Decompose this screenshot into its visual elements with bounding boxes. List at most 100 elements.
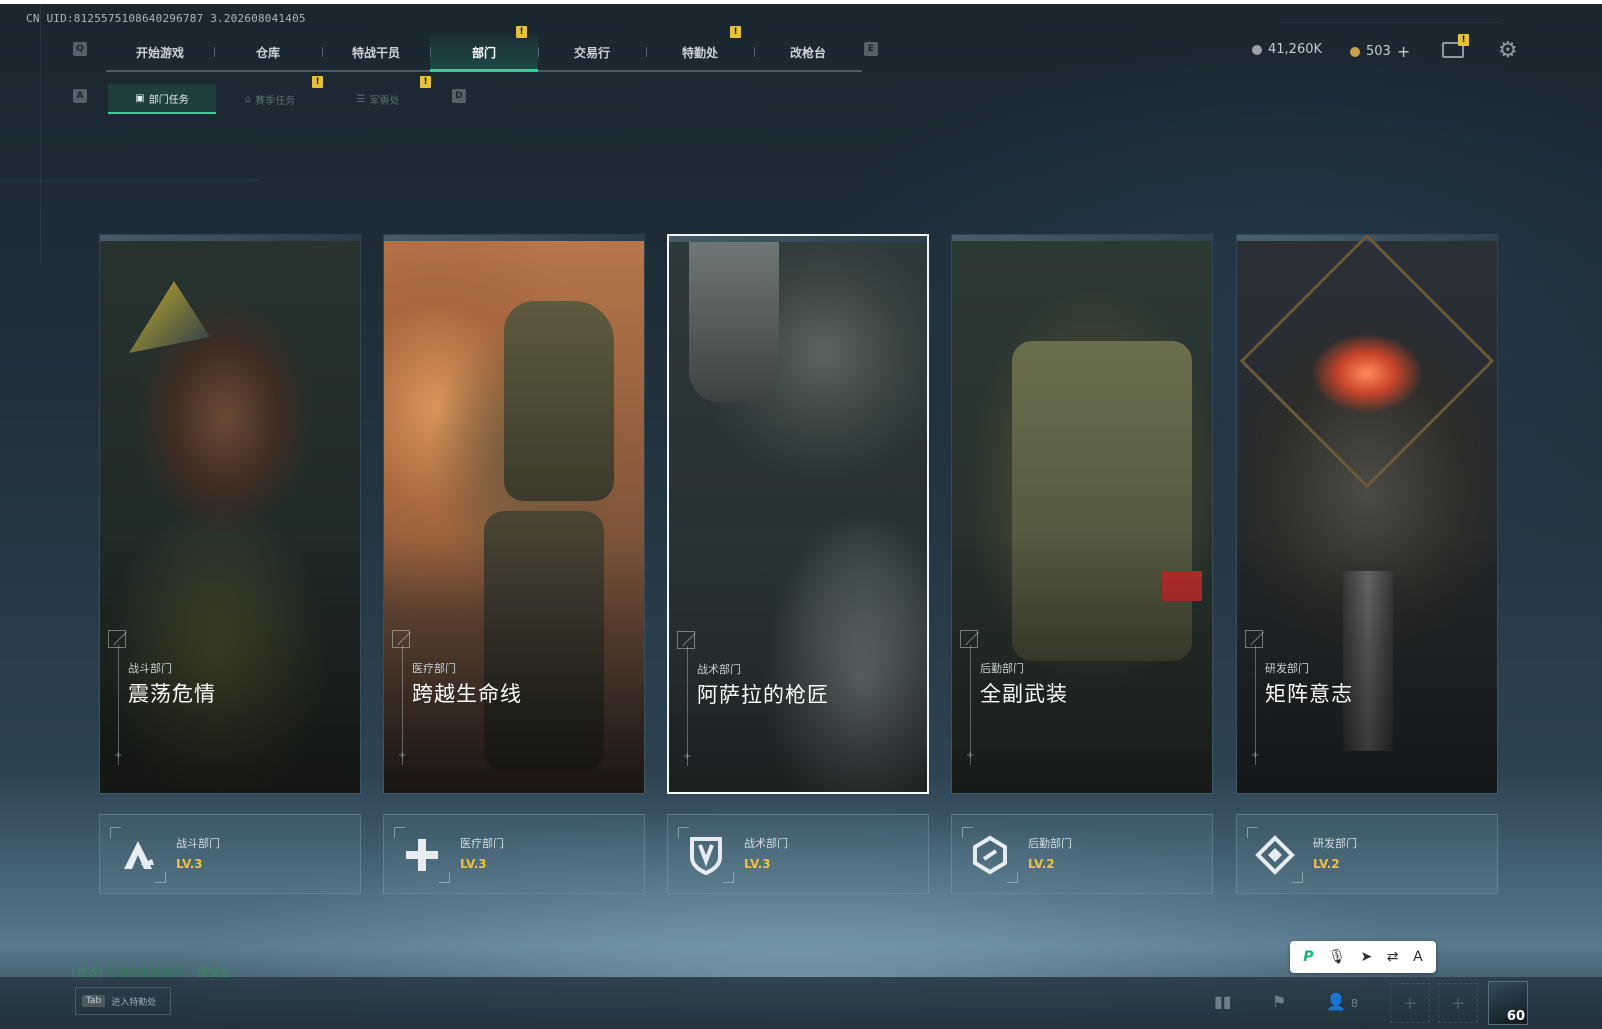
card-category: 战术部门 — [697, 663, 741, 676]
settings-gear-icon[interactable]: ⚙ — [1498, 38, 1518, 63]
medical-cross-icon — [394, 827, 450, 883]
card-corner-mark — [392, 630, 410, 648]
card-plus-mark: + — [398, 750, 407, 761]
dept-level: LV.3 — [460, 857, 487, 871]
token-balance: 503 + — [1350, 42, 1410, 61]
backpack-shape — [504, 301, 614, 501]
add-token-button[interactable]: + — [1397, 42, 1410, 61]
team-slot[interactable]: + — [1438, 983, 1478, 1023]
rnd-emblem-icon — [1247, 827, 1303, 883]
logistics-emblem-icon — [962, 827, 1018, 883]
supply-icon: ☰ — [356, 93, 366, 105]
alert-badge: ! — [1458, 34, 1469, 46]
team-slot[interactable]: + — [1390, 983, 1430, 1023]
subnav-next-key[interactable]: D — [452, 89, 466, 103]
card-guide-line — [970, 645, 971, 765]
card-plus-mark: + — [966, 750, 975, 761]
dept-level: LV.2 — [1028, 857, 1055, 871]
nav-prev-key[interactable]: Q — [73, 42, 87, 56]
stats-chart-icon[interactable]: ▮▮ — [1214, 992, 1232, 1011]
card-category: 后勤部门 — [980, 662, 1024, 675]
mission-card-rnd[interactable]: 研发部门 矩阵意志 + — [1236, 234, 1498, 794]
card-title: 震荡危情 — [128, 682, 216, 706]
card-category: 医疗部门 — [412, 662, 456, 675]
card-corner-mark — [108, 630, 126, 648]
hud-grid-line — [1280, 22, 1500, 23]
headset-emblem — [129, 281, 210, 353]
enter-special-ops-label: 进入特勤处 — [111, 997, 157, 1008]
card-guide-line — [118, 645, 119, 765]
brand-logo-icon[interactable]: P — [1303, 949, 1313, 965]
card-category: 研发部门 — [1265, 662, 1309, 675]
tab-special-ops[interactable]: 特勤处 — [646, 34, 754, 70]
mission-card-combat[interactable]: 战斗部门 震荡危情 + — [99, 234, 361, 794]
game-screen: CN UID:8125575108640296787 3.20260804140… — [0, 4, 1602, 1029]
player-uid: CN UID:8125575108640296787 3.20260804140… — [26, 12, 306, 25]
dept-panel-combat[interactable]: 战斗部门 LV.3 — [99, 814, 361, 894]
mission-card-logistics[interactable]: 后勤部门 全副武装 + — [951, 234, 1213, 794]
dept-name: 战术部门 — [744, 837, 788, 850]
enter-special-ops-button[interactable]: Tab 进入特勤处 — [75, 987, 171, 1015]
dept-panel-tactical[interactable]: 战术部门 LV.3 — [667, 814, 929, 894]
tab-key: Tab — [82, 995, 106, 1007]
player-avatar[interactable]: 60 — [1488, 981, 1528, 1025]
friends-icon[interactable]: 👤 8 — [1326, 992, 1358, 1011]
player-level: 60 — [1506, 1009, 1525, 1024]
dept-panel-rnd[interactable]: 研发部门 LV.2 — [1236, 814, 1498, 894]
tab-operators[interactable]: 特战干员 — [322, 34, 430, 70]
flag-icon[interactable]: ⚑ — [1272, 992, 1286, 1011]
alert-badge: ! — [730, 26, 741, 38]
dept-name: 战斗部门 — [176, 837, 220, 850]
tab-start-game[interactable]: 开始游戏 — [106, 34, 214, 70]
sub-nav: ▣ 部门任务 ⌂ 赛季任务 ☰ 军需处 — [108, 84, 432, 114]
lock-icon: ⌂ — [244, 93, 252, 105]
tab-trading[interactable]: 交易行 — [538, 34, 646, 70]
input-toolbar: P 🎙 ➤ ⇄ A — [1290, 941, 1436, 973]
card-guide-line — [687, 646, 688, 766]
dept-name: 后勤部门 — [1028, 837, 1072, 850]
dept-name: 研发部门 — [1313, 837, 1357, 850]
card-title: 跨越生命线 — [412, 682, 522, 706]
hud-grid-line — [0, 180, 260, 181]
nav-next-key[interactable]: E — [864, 42, 878, 56]
night-vision-goggles — [689, 242, 779, 402]
send-icon[interactable]: ➤ — [1360, 949, 1372, 965]
card-corner-mark — [1245, 630, 1263, 648]
subtab-season-missions[interactable]: ⌂ 赛季任务 — [216, 84, 324, 114]
mission-card-medical[interactable]: 医疗部门 跨越生命线 + — [383, 234, 645, 794]
card-plus-mark: + — [683, 751, 692, 762]
shield-emblem-icon — [678, 827, 734, 883]
tab-departments[interactable]: 部门 — [430, 34, 538, 72]
dept-panel-logistics[interactable]: 后勤部门 LV.2 — [951, 814, 1213, 894]
combat-emblem-icon — [110, 827, 166, 883]
card-title: 全副武装 — [980, 682, 1068, 706]
token-icon — [1350, 46, 1360, 57]
mission-icon: ▣ — [135, 92, 145, 104]
font-size-icon[interactable]: A — [1413, 949, 1423, 965]
main-nav: 开始游戏 仓库 特战干员 部门 交易行 特勤处 改枪台 — [106, 34, 862, 72]
card-corner-mark — [960, 630, 978, 648]
dept-panel-medical[interactable]: 医疗部门 LV.3 — [383, 814, 645, 894]
hud-grid-line — [40, 4, 41, 264]
coin-balance: 41,260K — [1252, 42, 1322, 57]
subtab-label: 军需处 — [369, 95, 400, 107]
subnav-prev-key[interactable]: A — [73, 89, 87, 103]
bottom-bar: Tab 进入特勤处 ▮▮ ⚑ 👤 8 + + 60 — [0, 977, 1602, 1029]
dept-level: LV.3 — [744, 857, 771, 871]
card-category: 战斗部门 — [128, 662, 172, 675]
coin-icon — [1252, 44, 1262, 55]
tab-gunsmith[interactable]: 改枪台 — [754, 34, 862, 70]
mission-card-tactical[interactable]: 战术部门 阿萨拉的枪匠 + — [667, 234, 929, 794]
microphone-icon[interactable]: 🎙 — [1328, 949, 1346, 965]
alert-badge: ! — [516, 26, 527, 38]
card-guide-line — [1255, 645, 1256, 765]
dept-level: LV.2 — [1313, 857, 1340, 871]
token-amount: 503 — [1366, 44, 1391, 59]
card-plus-mark: + — [1251, 750, 1260, 761]
card-guide-line — [402, 645, 403, 765]
subtab-quartermaster[interactable]: ☰ 军需处 — [324, 84, 432, 114]
subtab-dept-missions[interactable]: ▣ 部门任务 — [108, 84, 216, 114]
tab-warehouse[interactable]: 仓库 — [214, 34, 322, 70]
diamond-frame — [1239, 235, 1495, 489]
translate-icon[interactable]: ⇄ — [1387, 949, 1399, 965]
